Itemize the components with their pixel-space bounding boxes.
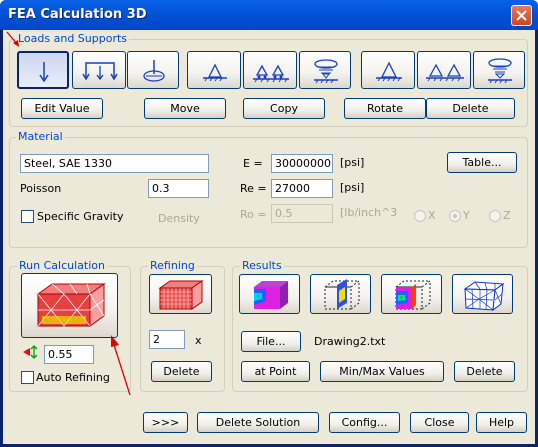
axis-z-label: Z <box>503 209 511 222</box>
help-button[interactable]: Help <box>476 412 527 433</box>
refine-factor-unit: x <box>195 334 202 347</box>
result-stress-section-button[interactable] <box>381 274 442 314</box>
dialog-body: Loads and Supports Edit Value Move Copy … <box>3 30 535 444</box>
close-button[interactable]: Close <box>410 412 469 433</box>
fea-calculation-window: FEA Calculation 3D Loads and Supports Ed… <box>0 0 538 447</box>
stress-color-box-icon <box>254 281 288 309</box>
axis-x-radio[interactable] <box>414 210 426 222</box>
load-distributed-arrows-icon <box>82 62 118 81</box>
loads-supports-label: Loads and Supports <box>16 32 130 45</box>
tool-support-roller[interactable] <box>243 51 297 89</box>
axis-y-label: Y <box>463 209 470 222</box>
support-roller-double-icon <box>253 64 289 83</box>
run-calculation-button[interactable] <box>21 273 118 338</box>
axis-x-label: X <box>428 209 436 222</box>
close-icon <box>516 10 527 21</box>
min-max-values-button[interactable]: Min/Max Values <box>320 361 444 382</box>
refine-mesh-button[interactable] <box>149 274 212 314</box>
ro-field[interactable]: 0.5 <box>271 204 333 223</box>
material-label: Material <box>16 130 65 143</box>
support-fixed-triangle-icon <box>203 63 227 82</box>
tool-support-fixed[interactable] <box>187 51 241 89</box>
loads-delete-button[interactable]: Delete <box>426 98 515 119</box>
tool-support-fixed-alt[interactable] <box>361 51 415 89</box>
rotate-button[interactable]: Rotate <box>344 98 426 119</box>
tool-support-spring[interactable] <box>299 51 351 89</box>
tolerance-field[interactable]: 0.55 <box>44 345 94 364</box>
auto-refining-checkbox[interactable] <box>21 371 34 384</box>
support-double-triangle-icon <box>426 63 464 82</box>
config-button[interactable]: Config... <box>329 412 400 433</box>
result-file-name: Drawing2.txt <box>314 335 386 348</box>
axis-y-radio[interactable] <box>449 210 461 222</box>
mesh-block-icon <box>36 283 106 327</box>
stress-section-icon <box>394 280 432 310</box>
move-button[interactable]: Move <box>144 98 226 119</box>
table-button[interactable]: Table... <box>447 152 517 173</box>
ro-label: Ro = <box>240 208 267 221</box>
specific-gravity-label: Specific Gravity <box>37 210 124 223</box>
support-spring-dish-icon <box>314 59 338 84</box>
density-label: Density <box>158 212 200 225</box>
run-calculation-label: Run Calculation <box>17 259 107 272</box>
tool-support-double[interactable] <box>417 51 471 89</box>
re-unit: [psi] <box>340 181 365 194</box>
support-fixed-triangle-alt-icon <box>376 61 402 82</box>
result-stress-button[interactable] <box>239 274 300 314</box>
tool-load-single[interactable] <box>17 51 69 89</box>
result-deformation-button[interactable] <box>452 274 513 314</box>
result-section-button[interactable] <box>310 274 371 314</box>
refining-delete-button[interactable]: Delete <box>151 361 212 382</box>
tool-support-spring-alt[interactable] <box>473 51 525 89</box>
re-field[interactable]: 27000 <box>271 179 333 198</box>
ro-unit: [lb/inch^3 <box>340 206 398 219</box>
auto-refining-label: Auto Refining <box>36 371 110 384</box>
results-label: Results <box>240 259 284 272</box>
load-point-disc-icon <box>143 60 165 82</box>
refining-label: Refining <box>148 259 197 272</box>
delete-solution-button[interactable]: Delete Solution <box>197 412 319 433</box>
window-title: FEA Calculation 3D <box>8 7 147 22</box>
support-spring-alt-icon <box>488 58 512 84</box>
at-point-button[interactable]: at Point <box>241 361 310 382</box>
red-arrow-annotation-2 <box>111 335 131 396</box>
e-unit: [psi] <box>340 156 365 169</box>
tool-load-distributed[interactable] <box>72 51 126 89</box>
more-options-button[interactable]: >>> <box>143 412 188 433</box>
refine-factor-field[interactable]: 2 <box>149 330 185 349</box>
e-label: E = <box>243 157 263 170</box>
section-plane-icon <box>323 279 361 310</box>
poisson-label: Poisson <box>20 182 62 195</box>
title-bar[interactable]: FEA Calculation 3D <box>0 0 538 30</box>
copy-button[interactable]: Copy <box>243 98 325 119</box>
red-arrow-annotation <box>6 31 19 47</box>
file-button[interactable]: File... <box>241 331 301 352</box>
axis-z-radio[interactable] <box>489 210 501 222</box>
load-single-arrow-icon <box>39 62 49 83</box>
re-label: Re = <box>240 182 267 195</box>
close-window-button[interactable] <box>511 5 532 26</box>
refined-mesh-icon <box>158 280 204 310</box>
e-field[interactable]: 30000000 <box>271 154 333 173</box>
results-delete-button[interactable]: Delete <box>454 361 515 382</box>
tool-load-point[interactable] <box>127 51 179 89</box>
material-name-field[interactable]: Steel, SAE 1330 <box>20 154 209 173</box>
deformed-mesh-icon <box>463 281 505 312</box>
edit-value-button[interactable]: Edit Value <box>21 98 103 119</box>
poisson-field[interactable]: 0.3 <box>148 179 209 198</box>
specific-gravity-checkbox[interactable] <box>21 210 34 223</box>
tolerance-icon <box>23 345 38 359</box>
